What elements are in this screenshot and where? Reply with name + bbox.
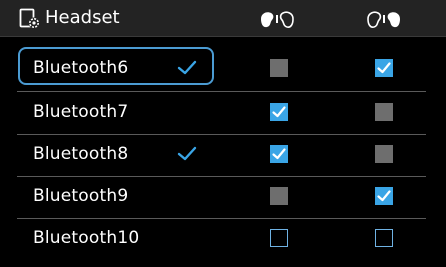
headset-screen: Headset Bluetooth6 Bluetooth7 Bluetooth8… xyxy=(0,0,446,267)
connected-check-icon xyxy=(177,146,197,161)
left-channel-checkbox-disabled xyxy=(270,187,288,205)
right-channel-checkbox-disabled xyxy=(375,145,393,163)
right-channel-checkbox-disabled xyxy=(375,103,393,121)
checkmark-icon xyxy=(272,106,286,118)
left-channel-checkbox-checked[interactable] xyxy=(270,145,288,163)
headset-left-active-icon xyxy=(261,11,294,28)
device-name: Bluetooth9 xyxy=(33,186,129,206)
right-channel-checkbox-checked[interactable] xyxy=(375,59,393,77)
headset-right-active-icon xyxy=(367,11,400,28)
left-channel-checkbox-disabled xyxy=(270,59,288,77)
device-row-bluetooth6[interactable]: Bluetooth6 xyxy=(0,45,446,91)
device-name: Bluetooth6 xyxy=(33,58,129,78)
device-row-bluetooth8[interactable]: Bluetooth8 xyxy=(0,131,446,177)
device-row-bluetooth7[interactable]: Bluetooth7 xyxy=(0,89,446,135)
device-name: Bluetooth7 xyxy=(33,102,129,122)
right-channel-checkbox-unchecked[interactable] xyxy=(375,229,393,247)
connected-check-icon xyxy=(177,60,197,75)
device-name: Bluetooth8 xyxy=(33,144,129,164)
left-channel-checkbox-checked[interactable] xyxy=(270,103,288,121)
checkmark-icon xyxy=(272,148,286,160)
device-row-bluetooth9[interactable]: Bluetooth9 xyxy=(0,173,446,219)
page-title: Headset xyxy=(45,7,120,28)
right-channel-checkbox-checked[interactable] xyxy=(375,187,393,205)
header-bar: Headset xyxy=(0,0,446,37)
device-row-bluetooth10[interactable]: Bluetooth10 xyxy=(0,215,446,261)
left-channel-checkbox-unchecked[interactable] xyxy=(270,229,288,247)
headset-settings-icon xyxy=(19,8,40,29)
device-name: Bluetooth10 xyxy=(33,228,140,248)
checkmark-icon xyxy=(377,190,391,202)
checkmark-icon xyxy=(377,62,391,74)
